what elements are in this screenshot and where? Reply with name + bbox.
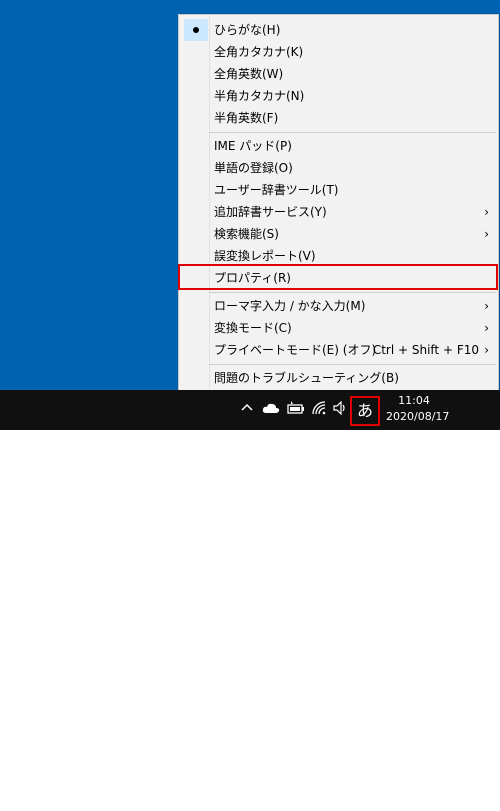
ime-mode-indicator[interactable]: あ — [350, 396, 380, 426]
chevron-right-icon: › — [484, 343, 489, 357]
check-cell — [184, 19, 208, 41]
menu-item-zenkaku-katakana[interactable]: 全角カタカナ(K) — [180, 41, 497, 63]
clock-time: 11:04 — [398, 394, 430, 407]
taskbar-clock[interactable]: 11:04 2020/08/17 — [386, 393, 450, 425]
cloud-icon[interactable] — [262, 401, 280, 419]
menu-item-label: 追加辞書サービス(Y) — [214, 205, 327, 219]
menu-separator — [209, 364, 496, 365]
menu-item-label: IME パッド(P) — [214, 139, 292, 153]
ime-context-menu: ひらがな(H) 全角カタカナ(K) 全角英数(W) 半角カタカナ(N) 半角英数… — [178, 14, 499, 392]
wifi-icon[interactable] — [311, 401, 329, 419]
menu-item-hankaku-katakana[interactable]: 半角カタカナ(N) — [180, 85, 497, 107]
menu-item-word-register[interactable]: 単語の登録(O) — [180, 157, 497, 179]
menu-item-search[interactable]: 検索機能(S) › — [180, 223, 497, 245]
menu-item-label: 検索機能(S) — [214, 227, 279, 241]
menu-item-label: ユーザー辞書ツール(T) — [214, 183, 339, 197]
menu-item-private-mode[interactable]: プライベートモード(E) (オフ) Ctrl + Shift + F10 › — [180, 339, 497, 361]
chevron-right-icon: › — [484, 205, 489, 219]
notification-icon[interactable] — [457, 792, 475, 809]
shortcut-text: Ctrl + Shift + F10 — [372, 343, 479, 357]
chevron-up-icon[interactable] — [238, 401, 256, 419]
menu-item-label: 全角英数(W) — [214, 67, 284, 81]
menu-item-user-dictionary[interactable]: ユーザー辞書ツール(T) — [180, 179, 497, 201]
chevron-right-icon: › — [484, 299, 489, 313]
radio-dot-icon — [193, 27, 199, 33]
clock-date: 2020/08/17 — [386, 410, 450, 423]
properties-highlight-box — [178, 264, 498, 290]
menu-separator — [209, 132, 496, 133]
menu-item-label: 変換モード(C) — [214, 321, 292, 335]
chevron-right-icon: › — [484, 321, 489, 335]
menu-separator — [209, 292, 496, 293]
menu-item-label: ひらがな(H) — [214, 23, 281, 37]
menu-item-hiragana[interactable]: ひらがな(H) — [180, 19, 497, 41]
menu-item-conversion-mode[interactable]: 変換モード(C) › — [180, 317, 497, 339]
menu-item-label: 全角カタカナ(K) — [214, 45, 304, 59]
menu-item-label: ローマ字入力 / かな入力(M) — [214, 299, 366, 313]
menu-item-label: 単語の登録(O) — [214, 161, 293, 175]
menu-item-ime-pad[interactable]: IME パッド(P) — [180, 135, 497, 157]
battery-icon[interactable] — [287, 401, 305, 419]
menu-item-label: 問題のトラブルシューティング(B) — [214, 371, 399, 385]
menu-item-label: 半角英数(F) — [214, 111, 279, 125]
volume-icon[interactable] — [332, 400, 350, 419]
menu-item-label: プライベートモード(E) (オフ) — [214, 343, 377, 357]
menu-item-label: 半角カタカナ(N) — [214, 89, 305, 103]
menu-item-romaji-kana[interactable]: ローマ字入力 / かな入力(M) › — [180, 295, 497, 317]
menu-item-hankaku-eisu[interactable]: 半角英数(F) — [180, 107, 497, 129]
menu-item-troubleshoot[interactable]: 問題のトラブルシューティング(B) — [180, 367, 497, 389]
chevron-right-icon: › — [484, 227, 489, 241]
menu-item-add-dictionary[interactable]: 追加辞書サービス(Y) › — [180, 201, 497, 223]
menu-item-zenkaku-eisu[interactable]: 全角英数(W) — [180, 63, 497, 85]
